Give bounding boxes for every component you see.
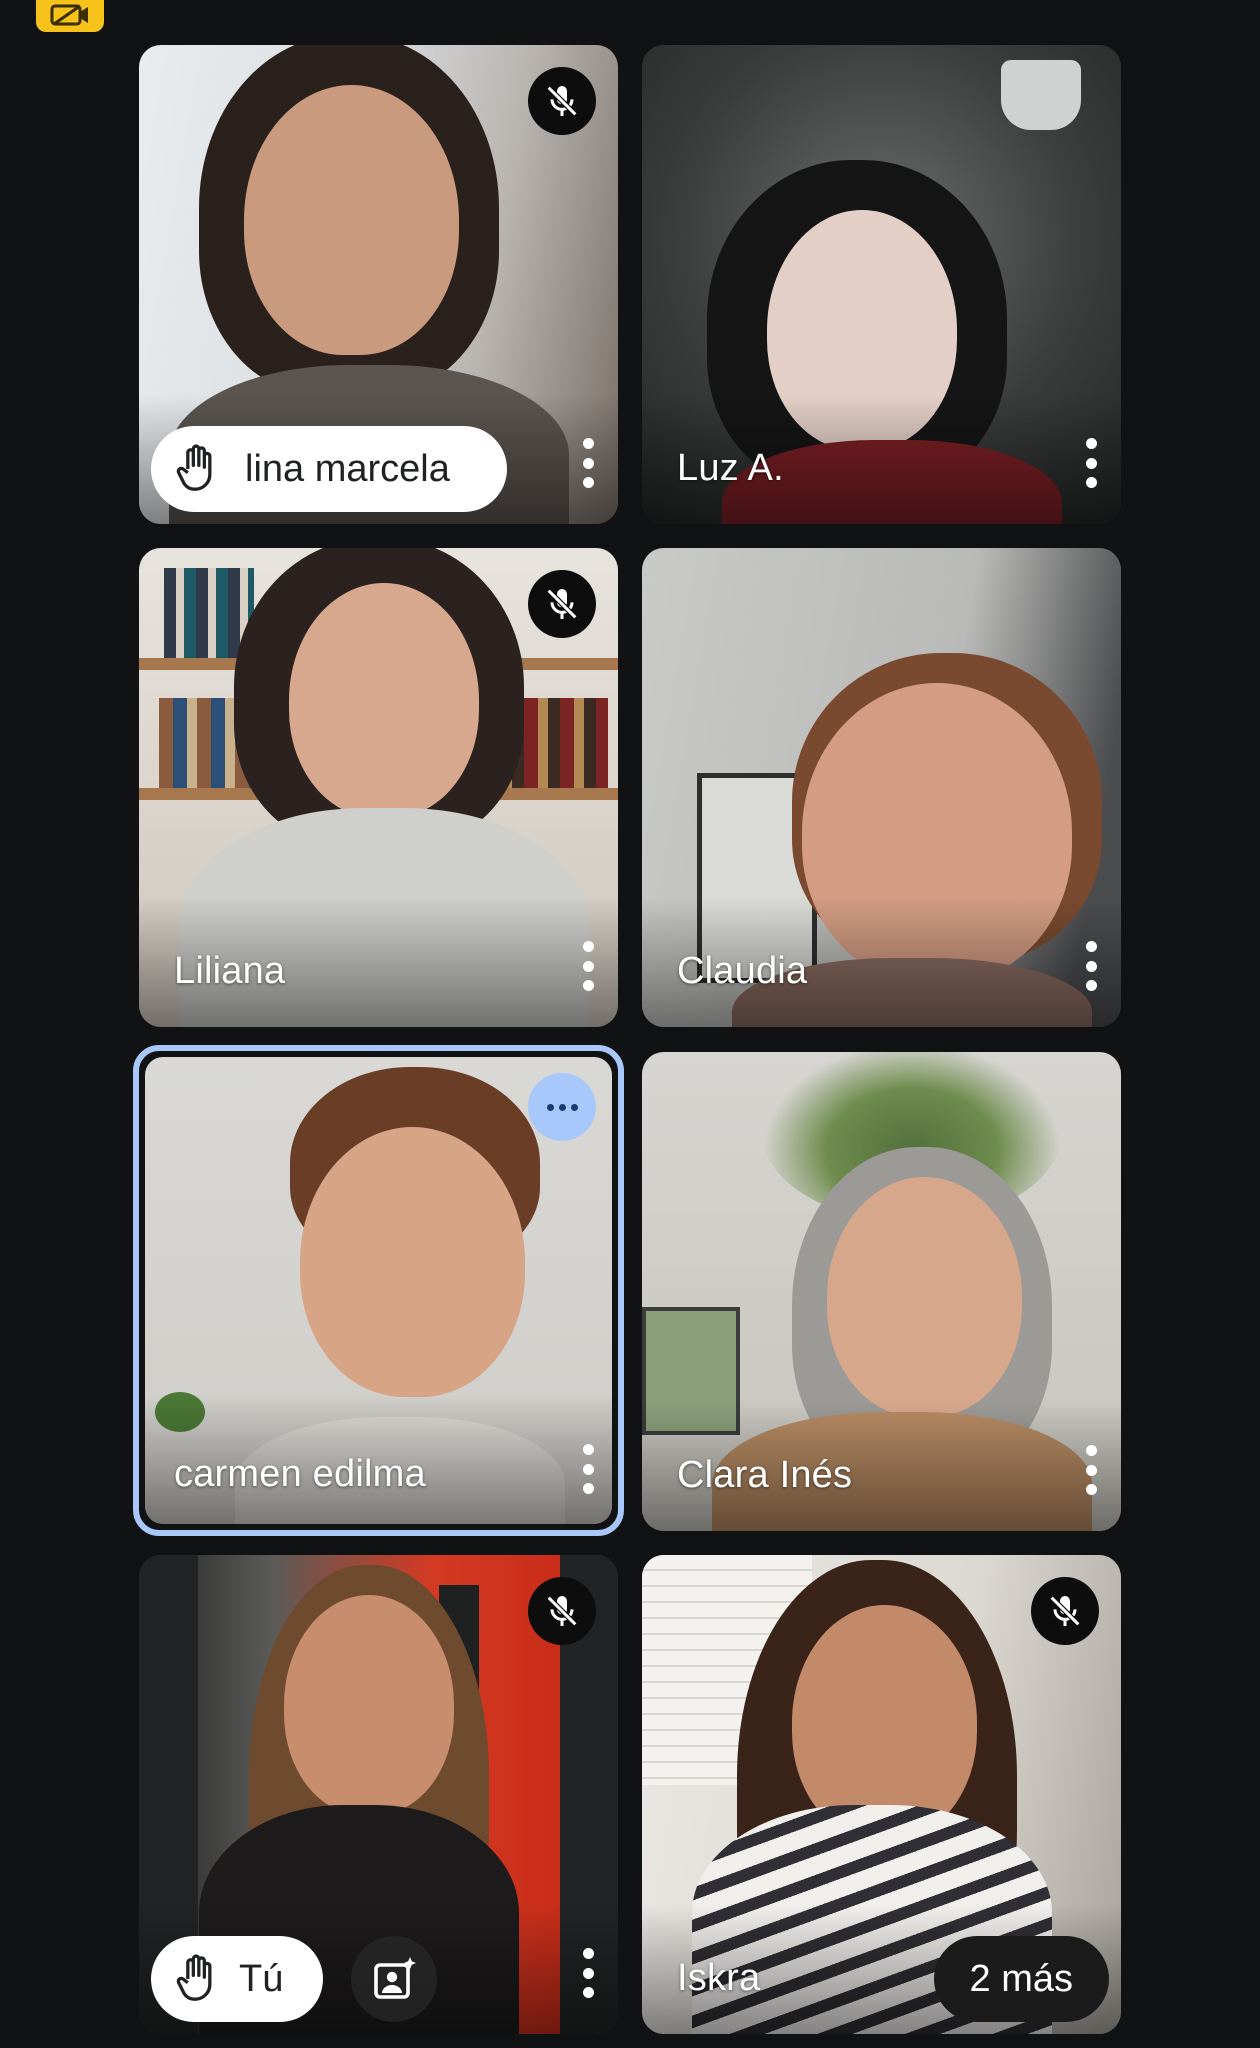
mic-off-icon (546, 1595, 578, 1627)
speaking-dots-icon (528, 1073, 596, 1141)
face (827, 1177, 1022, 1417)
participant-tile-iskra[interactable]: Iskra 2 más (642, 1555, 1121, 2034)
camera-off-badge[interactable] (36, 0, 104, 32)
more-options-button[interactable] (580, 1444, 596, 1494)
raise-hand-icon (176, 1954, 212, 2001)
more-options-button[interactable] (1083, 1445, 1099, 1495)
more-options-button[interactable] (1083, 941, 1099, 991)
participant-name: Luz A. (677, 447, 784, 489)
raise-hand-icon (176, 444, 212, 491)
camera-off-icon (50, 4, 88, 26)
participant-name: Claudia (677, 950, 808, 992)
mute-badge (528, 67, 596, 135)
participant-tile-lina-marcela[interactable]: lina marcela (139, 45, 618, 524)
participant-tile-luz-a[interactable]: Luz A. (642, 45, 1121, 524)
mute-badge (1031, 1577, 1099, 1645)
participant-name: Liliana (174, 950, 286, 992)
hand-raised-pill[interactable]: Tú (151, 1936, 323, 2022)
hand-raised-pill[interactable]: lina marcela (151, 426, 507, 512)
participant-tile-self[interactable]: Tú (139, 1555, 618, 2034)
participant-name: lina marcela (245, 447, 450, 490)
face (289, 583, 479, 818)
visual-effects-button[interactable] (351, 1936, 437, 2022)
mute-badge (528, 570, 596, 638)
participant-name: Clara Inés (677, 1454, 853, 1496)
participant-name: Tú (239, 1957, 284, 2000)
more-options-button[interactable] (580, 438, 596, 488)
face (244, 85, 459, 355)
mic-off-icon (546, 85, 578, 117)
more-options-button[interactable] (1083, 438, 1099, 488)
participant-tile-liliana[interactable]: Liliana (139, 548, 618, 1027)
more-options-button[interactable] (580, 1948, 596, 1998)
visual-effects-icon (374, 1957, 416, 1999)
lamp (1001, 60, 1081, 130)
more-participants-button[interactable]: 2 más (933, 1936, 1109, 2022)
face (300, 1127, 525, 1397)
mic-off-icon (1049, 1595, 1081, 1627)
mic-off-icon (546, 588, 578, 620)
face (284, 1595, 454, 1815)
participant-tile-carmen-edilma[interactable]: carmen edilma (145, 1057, 612, 1524)
participant-tile-claudia[interactable]: Claudia (642, 548, 1121, 1027)
more-options-button[interactable] (580, 941, 596, 991)
participant-name: Iskra (677, 1957, 761, 1999)
participant-tile-clara-ines[interactable]: Clara Inés (642, 1052, 1121, 1531)
mute-badge (528, 1577, 596, 1645)
participant-name: carmen edilma (174, 1453, 426, 1495)
